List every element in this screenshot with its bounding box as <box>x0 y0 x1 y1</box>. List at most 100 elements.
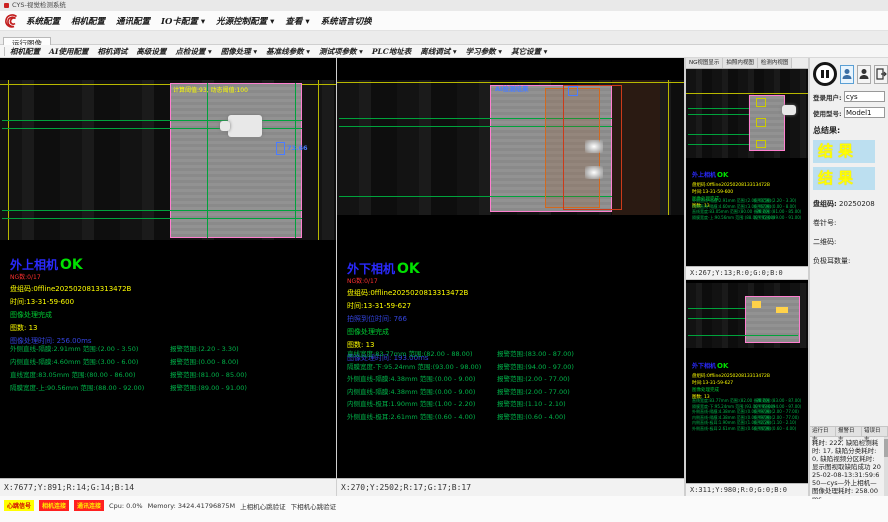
overlay-green-line <box>688 318 745 319</box>
measurement-row: 内侧直线-极耳:1.90mm 范围:(1.00 - 2.20)报警范围:(1.1… <box>347 395 682 408</box>
lower-camera-heartbeat: 下相机心跳验证 <box>291 501 337 511</box>
toolbar-item[interactable]: PLC地址表 <box>372 46 411 57</box>
camera-info-upper: 外上相机OK NG数:0/17 盘组码:0ffline2025020813313… <box>10 254 131 346</box>
user-login-button[interactable] <box>840 65 854 84</box>
ng-image-upper[interactable] <box>686 69 808 158</box>
status-bar: 心跳信号 相机连接 通讯连接 Cpu: 0.0% Memory: 3424.41… <box>0 499 888 512</box>
ng-view-tab[interactable]: 拍照内视图 <box>723 58 758 68</box>
qr-label: 二维码: <box>813 237 888 247</box>
barcode-line: 盘组码:0ffline2025020813313472B <box>692 373 770 379</box>
logout-button[interactable] <box>874 65 888 84</box>
measurement-value: 外侧直线-极耳:2.61mm 范围:(0.60 - 4.00) <box>692 426 754 432</box>
app-logo-icon <box>4 13 20 29</box>
camera-image-upper[interactable]: 计算阈值:93, 动态阈值:100 73.66 <box>0 80 336 240</box>
measurement-value: 隔膜宽度-上:90.56mm 范围:(88.00 - 92.00) <box>692 215 754 221</box>
total-result-label: 总结果: <box>813 125 888 136</box>
toolbar-item[interactable]: 相机配置 <box>10 46 40 57</box>
overlay-tab-highlight <box>585 166 603 179</box>
cursor-readout-lower: X:270;Y:2502;R:17;G:17;B:17 <box>337 478 684 496</box>
window-titlebar: CYS-视觉检测系统 <box>0 0 888 11</box>
comm-connect-badge: 通讯连接 <box>74 500 104 511</box>
log-scrollbar[interactable] <box>884 437 888 496</box>
log-tabs: 运行日志报警日志错误日志 <box>810 427 888 437</box>
ng-view-tab[interactable]: 检测内视图 <box>758 58 793 68</box>
ng-view-lower[interactable]: 外下相机OK 盘组码:0ffline2025020813313472B 时间:1… <box>686 280 808 496</box>
app-icon <box>4 3 9 8</box>
trigger-time-line: 拍照到位时间: 766 <box>347 314 468 324</box>
toolbar-item[interactable]: 学习参数 ▾ <box>466 46 502 57</box>
result-badge-upper: 结果 <box>813 140 875 163</box>
overlay-tab-probe <box>782 105 796 115</box>
measurement-rows-lower: 直线宽度:83.77mm 范围:(82.00 - 88.00)报警范围:(83.… <box>347 345 682 420</box>
toolbar-item[interactable]: 点检设置 ▾ <box>175 46 211 57</box>
toolbar-item[interactable]: 离线调试 ▾ <box>420 46 456 57</box>
menu-item[interactable]: 通讯配置 <box>116 15 150 27</box>
login-user-field: 登录用户: <box>813 91 886 102</box>
upper-camera-heartbeat: 上相机心跳验证 <box>240 501 286 511</box>
log-tab[interactable]: 错误日志 <box>862 427 888 436</box>
model-input[interactable] <box>844 107 885 118</box>
overlay-green-line <box>295 83 296 238</box>
model-field: 使用型号: <box>813 107 886 118</box>
pause-icon <box>821 70 824 78</box>
status-ok: OK <box>717 171 728 179</box>
user-manage-button[interactable] <box>857 65 871 84</box>
toolbar-item[interactable]: 测试项参数 ▾ <box>319 46 363 57</box>
log-tab[interactable]: 报警日志 <box>836 427 862 436</box>
measurement-row: 隔膜宽度-上:90.56mm 范围:(88.00 - 92.00)报警范围:(8… <box>10 378 334 391</box>
camera-connect-badge: 相机连接 <box>39 500 69 511</box>
log-tab[interactable]: 运行日志 <box>810 427 836 436</box>
ng-view-tab[interactable]: NG视图显示 <box>686 58 723 68</box>
overlay-yellow-roi <box>756 118 766 127</box>
barcode-row: 盘组码: 20250208 <box>813 199 888 209</box>
status-ok: OK <box>717 362 728 370</box>
overlay-green-line <box>2 210 302 211</box>
overlay-yellow-line <box>318 80 319 240</box>
alarm-range: 报警范围:(0.60 - 4.00) <box>754 426 796 431</box>
frame-count-line: 图数: 13 <box>10 323 131 333</box>
toolbar-item[interactable]: 基准线参数 ▾ <box>266 46 310 57</box>
menu-item[interactable]: 相机配置 <box>71 15 105 27</box>
toolbar-item[interactable]: 其它设置 ▾ <box>511 46 547 57</box>
ng-measurement-rows-lower: 直线宽度:83.77mm 范围:(82.00 - 88.00)报警范围:(83.… <box>692 394 807 427</box>
ng-info-lower: 外下相机OK 盘组码:0ffline2025020813313472B 时间:1… <box>692 353 770 400</box>
overlay-green-line <box>2 218 302 219</box>
menu-items: 系统配置相机配置通讯配置 IO卡配置 ▾ 光源控制配置 ▾ 查看 ▾ 系统语言切换 <box>26 15 383 27</box>
toolbar-grip-handle[interactable] <box>4 47 5 56</box>
pause-button[interactable] <box>813 62 837 86</box>
ng-image-lower[interactable] <box>686 283 808 348</box>
measurement-row: 直线宽度:83.05mm 范围:(80.00 - 86.00)报警范围:(81.… <box>692 205 807 211</box>
control-button-row <box>810 58 888 86</box>
threshold-annotation: 计算阈值:93, 动态阈值:100 <box>173 85 248 94</box>
menu-item[interactable]: 系统语言切换 <box>321 15 372 27</box>
overlay-blue-marker <box>568 86 578 96</box>
side-panel: 登录用户: 使用型号: 总结果: 结果 结果 盘组码: 20250208 卷针号… <box>810 58 888 496</box>
camera-view-upper[interactable]: 计算阈值:93, 动态阈值:100 73.66 外上相机OK NG数:0/17 … <box>0 58 336 496</box>
measurement-row: 直线宽度:83.05mm 范围:(80.00 - 86.00)报警范围:(81.… <box>10 365 334 378</box>
overlay-yellow-roi <box>756 140 766 148</box>
overlay-yellow-line <box>668 80 669 215</box>
menu-item[interactable]: IO卡配置 ▾ <box>161 15 205 27</box>
barcode-line: 盘组码:0ffline2025020813313472B <box>10 284 131 294</box>
measurement-row: 外侧直线-极耳:2.61mm 范围:(0.60 - 4.00)报警范围:(0.6… <box>347 408 682 421</box>
toolbar-item[interactable]: 相机调试 <box>97 46 127 57</box>
camera-image-lower[interactable]: AI检测结果 <box>337 80 684 215</box>
alarm-range: 报警范围:(2.00 - 77.00) <box>497 375 570 383</box>
barcode-value: 20250208 <box>839 200 875 208</box>
toolbar-item[interactable]: 高级设置 <box>136 46 166 57</box>
time-line: 时间:13-31-59-600 <box>10 297 131 307</box>
overlay-green-line <box>688 144 749 145</box>
camera-view-lower[interactable]: AI检测结果 外下相机OK NG数:0/17 盘组码:0ffline202502… <box>337 58 684 496</box>
toolbar-item[interactable]: 图像处理 ▾ <box>221 46 257 57</box>
menu-item[interactable]: 光源控制配置 ▾ <box>216 15 274 27</box>
toolbar-item[interactable]: AI使用配置 <box>49 46 88 57</box>
login-user-label: 登录用户: <box>813 92 844 102</box>
overlay-material-region <box>749 95 785 151</box>
login-user-input[interactable] <box>844 91 885 102</box>
ng-view-upper[interactable]: NG视图显示拍照内视图检测内视图 外上相机OK 盘组码:0ffline20250… <box>686 58 808 279</box>
menu-item[interactable]: 系统配置 <box>26 15 60 27</box>
barcode-line: 盘组码:0ffline2025020813313472B <box>692 182 770 188</box>
menu-item[interactable]: 查看 ▾ <box>285 15 309 27</box>
log-scrollbar-thumb[interactable] <box>884 439 888 457</box>
overlay-green-line <box>688 114 749 115</box>
